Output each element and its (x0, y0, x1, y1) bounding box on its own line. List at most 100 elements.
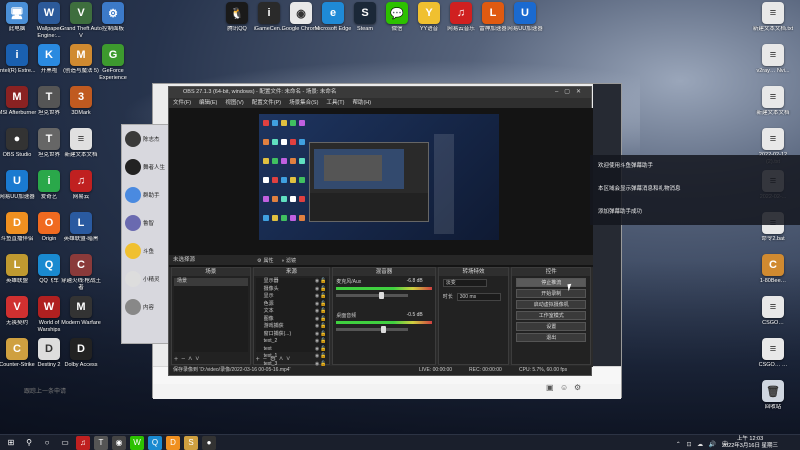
desktop-icon[interactable]: ≡ CSGO… (752, 296, 794, 327)
transition-duration-row[interactable]: 时长 300 ms (439, 290, 509, 304)
obs-icon[interactable]: ● (202, 435, 216, 450)
scene-list[interactable]: 场景 (174, 278, 248, 352)
scenes-dock[interactable]: 场景 场景 +−˄˅ (171, 267, 251, 365)
eye-icon[interactable]: ◉ (315, 301, 319, 309)
controls-dock[interactable]: 控件 停止推流 开始录制 启动虚拟摄像机 工作室模式 设置 退出 (511, 267, 591, 365)
obs-menu-bar[interactable]: 文件(F) 编辑(E) 视图(V) 配置文件(P) 场景集合(S) 工具(T) 帮助(H) (169, 98, 591, 108)
eye-icon[interactable]: ◉ (315, 278, 319, 286)
qq-icon[interactable]: Q (148, 435, 162, 450)
eye-icon[interactable]: ◉ (315, 346, 319, 354)
chat-contact-list[interactable]: 陈志杰 舞者人生 群助手 鲁智 斗鱼 小精灵 内容 (121, 124, 173, 344)
control-button[interactable]: 设置 (516, 322, 586, 331)
eye-icon[interactable]: ◉ (315, 316, 319, 324)
eye-icon[interactable]: ◉ (315, 323, 319, 331)
desktop-icon[interactable]: C 穿越火线:枪战王者 (60, 254, 102, 291)
source-toolbar[interactable]: +−⚙˄˅ (256, 355, 294, 363)
desktop-icon[interactable]: G GeForce Experience (92, 44, 134, 81)
contact-item[interactable]: 群助手 (122, 181, 172, 209)
lock-icon[interactable]: 🔓 (320, 293, 326, 301)
eye-icon[interactable]: ◉ (315, 293, 319, 301)
taskview-icon[interactable]: ▭ (58, 435, 72, 450)
menu-item[interactable]: 配置文件(P) (252, 98, 281, 108)
source-item[interactable]: text_2 ◉ 🔓 (256, 338, 328, 346)
control-button[interactable]: 退出 (516, 333, 586, 342)
control-button[interactable]: 启动虚拟摄像机 (516, 300, 586, 309)
wot-icon[interactable]: T (94, 435, 108, 450)
lock-icon[interactable]: 🔓 (320, 278, 326, 286)
eye-icon[interactable]: ◉ (315, 338, 319, 346)
contact-item[interactable]: 陈志杰 (122, 125, 172, 153)
desktop-icon[interactable]: 🗑 回收站 (752, 380, 794, 411)
lock-icon[interactable]: 🔓 (320, 286, 326, 294)
window-controls[interactable]: –▢✕ (555, 87, 587, 98)
menu-item[interactable]: 工具(T) (326, 98, 344, 108)
contact-item[interactable]: 斗鱼 (122, 237, 172, 265)
menu-item[interactable]: 视图(V) (225, 98, 243, 108)
transition-type-row[interactable]: 淡变 (439, 276, 509, 290)
control-button[interactable]: 停止推流 (516, 278, 586, 287)
source-item[interactable]: 窗口捕获(...) ◉ 🔓 (256, 331, 328, 339)
desktop-icon[interactable]: ≡ CSGO… … (752, 338, 794, 369)
desktop-icon[interactable]: ⚙ 控制面板 (92, 2, 134, 33)
chat-search-input[interactable]: 跟踪上一条申请 (24, 387, 104, 397)
lock-icon[interactable]: 🔓 (320, 316, 326, 324)
filters-button[interactable]: ◑ 滤镜 (281, 256, 296, 266)
camera-icon[interactable]: ▣ (546, 383, 554, 392)
mixer-channel-mic[interactable]: 麦克风/Aux -6.8 dB (333, 276, 435, 310)
mixer-dock[interactable]: 混音器 麦克风/Aux -6.8 dB 桌面音频 -0.5 dB (332, 267, 436, 365)
contact-item[interactable]: 小精灵 (122, 265, 172, 293)
netease-icon[interactable]: ♫ (76, 435, 90, 450)
control-button[interactable]: 工作室模式 (516, 311, 586, 320)
properties-button[interactable]: ⚙ 属性 (257, 256, 274, 266)
scene-toolbar[interactable]: +−˄˅ (174, 356, 202, 363)
settings-icon[interactable]: ⚙ (574, 383, 581, 392)
lock-icon[interactable]: 🔓 (320, 323, 326, 331)
lock-icon[interactable]: 🔓 (320, 346, 326, 354)
lock-icon[interactable]: 🔓 (320, 331, 326, 339)
transitions-dock[interactable]: 转场特效 淡变 时长 300 ms (437, 267, 510, 365)
source-item[interactable]: 文本 ◉ 🔓 (256, 308, 328, 316)
cortana-icon[interactable]: ○ (40, 435, 54, 450)
menu-item[interactable]: 场景集合(S) (289, 98, 318, 108)
taskbar-clock[interactable]: 上午 12:03 2022年3月16日 星期三 (722, 436, 778, 449)
desktop-icon[interactable]: ≡ v2ray… Nvi... (752, 44, 794, 75)
volume-slider[interactable] (336, 326, 408, 333)
eye-icon[interactable]: ◉ (315, 286, 319, 294)
source-item[interactable]: text ◉ 🔓 (256, 346, 328, 354)
desktop-icon[interactable]: L 英雄联盟-暗黑 (60, 212, 102, 243)
emoji-icon[interactable]: ☺ (560, 383, 568, 392)
source-list[interactable]: 显示器 ◉ 🔓 摄像头 ◉ 🔓 显示 ◉ 🔓 色源 ◉ 🔓 文本 ◉ 🔓 图像 ◉ 🔓 游戏捕获 ◉ 🔓 窗口捕获(...… (255, 278, 328, 374)
menu-item[interactable]: 文件(F) (173, 98, 191, 108)
menu-item[interactable]: 帮助(H) (352, 98, 371, 108)
desktop-icon[interactable]: ≡ 新建文本文档.txt (752, 2, 794, 33)
eye-icon[interactable]: ◉ (315, 331, 319, 339)
desktop-icon[interactable]: C 1-80Bee… (752, 254, 794, 285)
desktop-icon[interactable]: M Modern Warfare (60, 296, 102, 327)
source-item[interactable]: 显示器 ◉ 🔓 (256, 278, 328, 286)
duration-input[interactable]: 300 ms (456, 293, 501, 301)
source-item[interactable]: 图像 ◉ 🔓 (256, 316, 328, 324)
obs-title-bar[interactable]: OBS 27.1.3 (64-bit, windows) - 配置文件: 未命名… (169, 87, 591, 98)
obs-window[interactable]: OBS 27.1.3 (64-bit, windows) - 配置文件: 未命名… (168, 86, 593, 376)
sources-dock[interactable]: 来源 显示器 ◉ 🔓 摄像头 ◉ 🔓 显示 ◉ 🔓 色源 ◉ 🔓 文本 ◉ 🔓 图像 ◉ 🔓 游戏捕获 ◉ 🔓 窗口捕获(… (252, 267, 331, 374)
start-icon[interactable]: ⊞ (4, 435, 18, 450)
lock-icon[interactable]: 🔓 (320, 301, 326, 309)
chrome-icon[interactable]: ◉ (112, 435, 126, 450)
desktop-icon[interactable]: ♫ 网易云 (60, 170, 102, 201)
control-button[interactable]: 开始录制 (516, 289, 586, 298)
desktop-icon[interactable]: ≡ 新建文本文档 (60, 128, 102, 159)
volume-slider[interactable] (336, 292, 408, 299)
lock-icon[interactable]: 🔓 (320, 308, 326, 316)
scene-item[interactable]: 场景 (174, 278, 248, 286)
search-icon[interactable]: ⚲ (22, 435, 36, 450)
wechat-icon[interactable]: W (130, 435, 144, 450)
mixer-channel-desktop[interactable]: 桌面音频 -0.5 dB (333, 310, 435, 344)
lock-icon[interactable]: 🔓 (320, 353, 326, 361)
contact-item[interactable]: 鲁智 (122, 209, 172, 237)
ss-icon[interactable]: S (184, 435, 198, 450)
source-item[interactable]: 显示 ◉ 🔓 (256, 293, 328, 301)
desktop-icon[interactable]: U 网易UU加速器 (504, 2, 546, 33)
contact-item[interactable]: 舞者人生 (122, 153, 172, 181)
source-item[interactable]: 色源 ◉ 🔓 (256, 301, 328, 309)
lock-icon[interactable]: 🔓 (320, 338, 326, 346)
